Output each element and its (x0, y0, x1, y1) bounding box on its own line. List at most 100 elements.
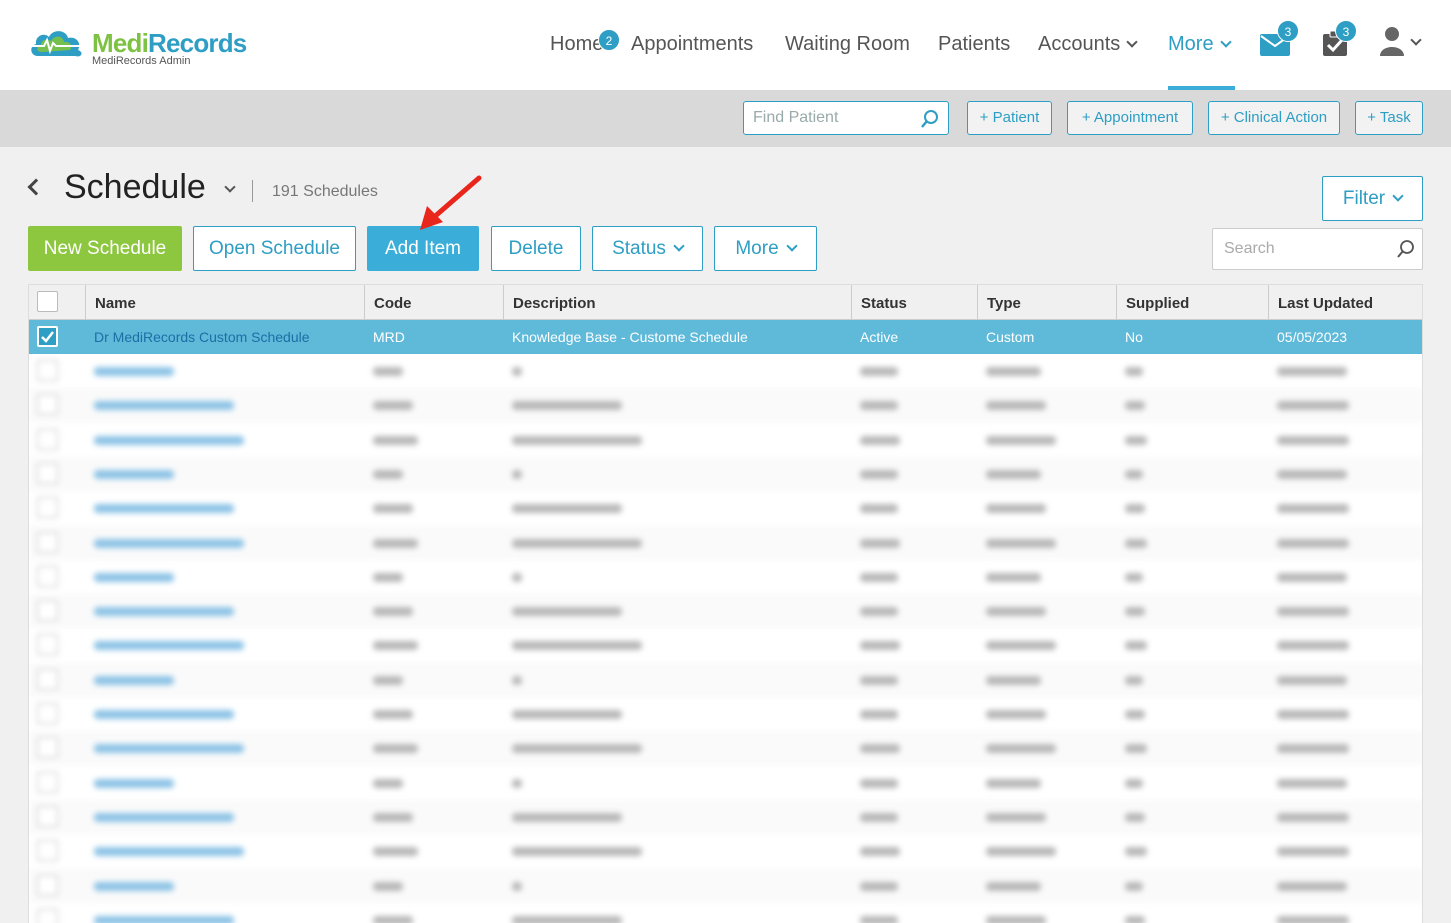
add-clinical-action-button[interactable]: + Clinical Action (1208, 101, 1340, 135)
row-checkbox[interactable] (37, 394, 58, 416)
blurred-cell (94, 572, 174, 582)
user-menu-button[interactable] (1380, 26, 1422, 61)
row-checkbox[interactable] (37, 497, 58, 519)
blurred-cell (373, 538, 418, 548)
row-checkbox[interactable] (37, 600, 58, 622)
row-checkbox[interactable] (37, 462, 58, 484)
column-header-status[interactable]: Status (851, 285, 977, 320)
blurred-cell (860, 881, 898, 891)
table-row[interactable] (29, 766, 1422, 800)
nav-more[interactable]: More (1168, 33, 1232, 56)
row-checkbox[interactable] (37, 668, 58, 690)
add-task-button[interactable]: + Task (1355, 101, 1423, 135)
schedule-search-input[interactable] (1213, 229, 1388, 269)
table-row[interactable] (29, 731, 1422, 766)
open-schedule-button[interactable]: Open Schedule (193, 226, 356, 271)
find-patient-input[interactable] (744, 102, 914, 134)
table-row[interactable] (29, 903, 1422, 923)
blurred-cell (1125, 881, 1143, 891)
blurred-cell (986, 607, 1046, 617)
column-header-description[interactable]: Description (503, 285, 851, 320)
blurred-cell (1277, 675, 1347, 685)
blurred-cell (860, 744, 900, 754)
blurred-cell (1277, 572, 1347, 582)
row-checkbox[interactable] (37, 565, 58, 587)
nav-waiting-room[interactable]: Waiting Room (785, 33, 910, 56)
select-all-checkbox[interactable] (37, 291, 58, 312)
schedule-count: 191 Schedules (272, 183, 378, 200)
blurred-cell (512, 675, 522, 685)
more-dropdown-button[interactable]: More (714, 226, 817, 271)
column-header-type[interactable]: Type (977, 285, 1116, 320)
table-row[interactable] (29, 834, 1422, 868)
blurred-cell (1125, 847, 1147, 857)
row-checkbox[interactable] (37, 771, 58, 793)
row-checkbox[interactable] (37, 840, 58, 862)
title-dropdown-chevron-icon[interactable] (224, 181, 236, 193)
row-checkbox[interactable] (37, 428, 58, 450)
blurred-cell (860, 710, 898, 719)
blurred-cell (94, 847, 244, 857)
chevron-down-icon (1126, 36, 1138, 48)
row-checkbox[interactable] (37, 874, 58, 896)
filter-button[interactable]: Filter (1322, 176, 1423, 221)
back-chevron-icon[interactable] (27, 178, 45, 196)
table-row[interactable] (29, 628, 1422, 662)
column-header-last-updated[interactable]: Last Updated (1268, 285, 1422, 320)
nav-patients[interactable]: Patients (938, 33, 1010, 56)
column-header-supplied[interactable]: Supplied (1116, 285, 1268, 320)
table-row-selected[interactable]: Dr MediRecords Custom Schedule MRD Knowl… (29, 320, 1422, 354)
blurred-cell (512, 538, 642, 548)
blurred-cell (1125, 435, 1147, 445)
blurred-cell (512, 572, 522, 582)
table-row[interactable] (29, 423, 1422, 457)
row-checkbox-checked[interactable] (37, 326, 58, 347)
new-schedule-button[interactable]: New Schedule (28, 226, 182, 271)
blurred-cell (986, 435, 1056, 445)
column-header-code[interactable]: Code (364, 285, 503, 320)
delete-button[interactable]: Delete (491, 226, 581, 271)
blurred-cell (94, 675, 174, 685)
add-patient-button[interactable]: + Patient (967, 101, 1052, 135)
blurred-cell (986, 504, 1046, 514)
row-checkbox[interactable] (37, 360, 58, 381)
blurred-cell (512, 401, 622, 411)
blurred-cell (986, 572, 1041, 582)
table-row[interactable] (29, 388, 1422, 423)
search-icon[interactable] (1396, 239, 1416, 259)
nav-appointments[interactable]: Appointments (631, 33, 753, 56)
table-row[interactable] (29, 799, 1422, 834)
row-checkbox[interactable] (37, 634, 58, 656)
row-checkbox[interactable] (37, 703, 58, 724)
table-row[interactable] (29, 456, 1422, 491)
blurred-cell (373, 812, 413, 822)
table-row[interactable] (29, 354, 1422, 388)
blurred-cell (986, 401, 1046, 411)
table-row[interactable] (29, 560, 1422, 594)
table-row[interactable] (29, 868, 1422, 903)
table-row[interactable] (29, 594, 1422, 629)
row-checkbox[interactable] (37, 531, 58, 553)
blurred-cell (1125, 675, 1143, 685)
cell-name[interactable]: Dr MediRecords Custom Schedule (85, 320, 364, 354)
blurred-cell (373, 401, 413, 411)
table-row[interactable] (29, 662, 1422, 697)
table-row[interactable] (29, 697, 1422, 731)
nav-accounts[interactable]: Accounts (1038, 33, 1138, 56)
column-header-name[interactable]: Name (85, 285, 364, 320)
nav-home[interactable]: Home (550, 33, 603, 56)
table-row[interactable] (29, 525, 1422, 560)
status-dropdown-button[interactable]: Status (592, 226, 703, 271)
blurred-cell (512, 469, 522, 479)
row-checkbox[interactable] (37, 908, 58, 923)
blurred-cell (860, 504, 898, 514)
blurred-cell (1125, 710, 1145, 719)
blurred-cell (986, 469, 1041, 479)
table-row[interactable] (29, 491, 1422, 525)
search-icon[interactable] (920, 109, 940, 129)
row-checkbox[interactable] (37, 805, 58, 827)
row-checkbox[interactable] (37, 737, 58, 759)
tasks-badge: 3 (1335, 20, 1357, 42)
add-appointment-button[interactable]: + Appointment (1067, 101, 1193, 135)
blurred-cell (986, 915, 1046, 923)
